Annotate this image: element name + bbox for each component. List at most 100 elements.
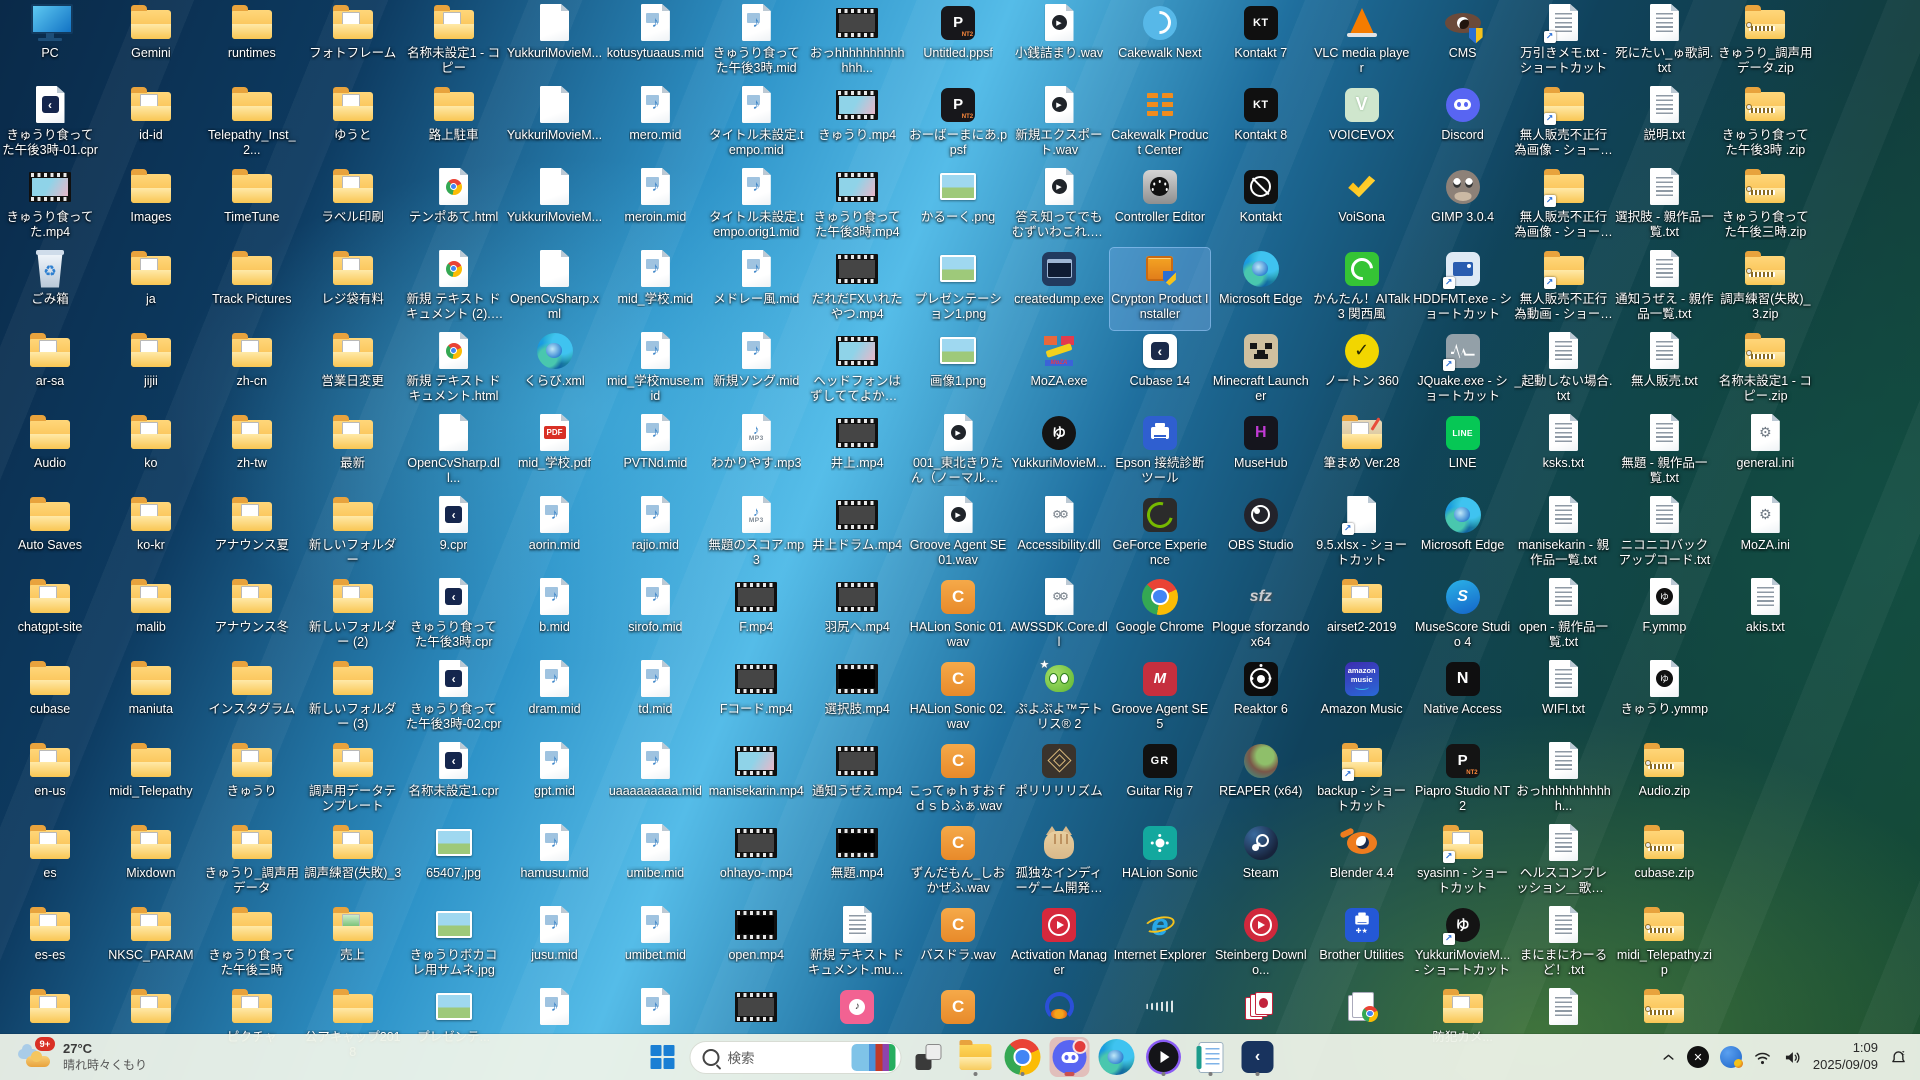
- desktop-icon[interactable]: ▶001_東北きりたん（ノーマル）_今じゃ...: [908, 412, 1008, 494]
- desktop-icon[interactable]: きゅうりボカコレ用サムネ.jpg: [404, 904, 504, 986]
- volume-icon[interactable]: [1783, 1049, 1802, 1066]
- desktop-icon[interactable]: WIFI.txt: [1514, 658, 1614, 740]
- desktop-icon[interactable]: フォトフレーム: [303, 2, 403, 84]
- desktop-icon[interactable]: createdump.exe: [1009, 248, 1109, 330]
- desktop-icon[interactable]: Controller Editor: [1110, 166, 1210, 248]
- desktop-icon[interactable]: NKSC_PARAM: [101, 904, 201, 986]
- desktop-icon[interactable]: ♪ hamusu.mid: [505, 822, 605, 904]
- desktop-icon[interactable]: プレゼンテーション1.png: [908, 248, 1008, 330]
- desktop-icon[interactable]: 筆まめ Ver.28: [1312, 412, 1412, 494]
- desktop-icon[interactable]: ↗ 9.5.xlsx - ショートカット: [1312, 494, 1412, 576]
- desktop-icon[interactable]: OpenCvSharp.xml: [505, 248, 605, 330]
- desktop-icon[interactable]: ♪ rajio.mid: [605, 494, 705, 576]
- desktop-icon[interactable]: runtimes: [202, 2, 302, 84]
- desktop-icon[interactable]: Crypton Product Installer: [1108, 246, 1211, 331]
- desktop-icon[interactable]: Microsoft Edge: [1413, 494, 1513, 576]
- desktop-icon[interactable]: Epson 接続診断ツール: [1110, 412, 1210, 494]
- desktop-icon[interactable]: ▶ Groove Agent SE 01.wav: [908, 494, 1008, 576]
- desktop-icon[interactable]: id-id: [101, 84, 201, 166]
- desktop-icon[interactable]: P NT2 おーばーまにあ.ppsf: [908, 84, 1008, 166]
- desktop-icon[interactable]: きゅうり食ってた午後3時 .zip: [1715, 84, 1815, 166]
- desktop-icon[interactable]: V VOICEVOX: [1312, 84, 1412, 166]
- desktop-icon[interactable]: ♪ sirofo.mid: [605, 576, 705, 658]
- desktop-icon[interactable]: Gemini: [101, 2, 201, 84]
- desktop-icon[interactable]: かんたん！AITalk 3 関西風: [1312, 248, 1412, 330]
- desktop-icon[interactable]: きゅうり食ってた午後3時.mp4: [807, 166, 907, 248]
- desktop-icon[interactable]: 名称未設定1 - コピー.zip: [1715, 330, 1815, 412]
- desktop-icon[interactable]: amazon music Amazon Music: [1312, 658, 1412, 740]
- desktop-icon[interactable]: まにまにわーるど！.txt: [1514, 904, 1614, 986]
- desktop-icon[interactable]: ⚙ MoZA.ini: [1715, 494, 1815, 576]
- desktop-icon[interactable]: ⚙⚙ AWSSDK.Core.dll: [1009, 576, 1109, 658]
- desktop-icon[interactable]: ポリリリリズム: [1009, 740, 1109, 822]
- notification-bell-icon[interactable]: z: [1889, 1048, 1908, 1067]
- desktop-icon[interactable]: ♪ dram.mid: [505, 658, 605, 740]
- desktop-icon[interactable]: YukkuriMovieM...: [505, 2, 605, 84]
- desktop-icon[interactable]: ko: [101, 412, 201, 494]
- desktop-icon[interactable]: きゅうり食ってた午後三時.zip: [1715, 166, 1815, 248]
- desktop-icon[interactable]: 路上駐車: [404, 84, 504, 166]
- desktop-icon[interactable]: 通知うぜえ - 親作品一覧.txt: [1614, 248, 1714, 330]
- desktop-icon[interactable]: 営業日変更: [303, 330, 403, 412]
- desktop-icon[interactable]: Reaktor 6: [1211, 658, 1311, 740]
- desktop-icon[interactable]: es: [0, 822, 100, 904]
- desktop-icon[interactable]: テンポあて.html: [404, 166, 504, 248]
- desktop-icon[interactable]: ニコニコバックアップコード.txt: [1614, 494, 1714, 576]
- desktop-icon[interactable]: Cakewalk Next: [1110, 2, 1210, 84]
- desktop-icon[interactable]: ‹ 9.cpr: [404, 494, 504, 576]
- desktop-icon[interactable]: 新規 テキスト ドキュメント (2).html: [404, 248, 504, 330]
- desktop-icon[interactable]: ♪ タイトル未設定.tempo.mid: [706, 84, 806, 166]
- desktop-icon[interactable]: Mixdown: [101, 822, 201, 904]
- desktop-icon[interactable]: REAPER (x64): [1211, 740, 1311, 822]
- desktop-icon[interactable]: アナウンス冬: [202, 576, 302, 658]
- desktop-icon[interactable]: ‹ きゅうり食ってた午後3時.cpr: [404, 576, 504, 658]
- desktop-icon[interactable]: ♪ td.mid: [605, 658, 705, 740]
- desktop-icon[interactable]: ✚★ Brother Utilities: [1312, 904, 1412, 986]
- taskbar-chrome-button[interactable]: [1003, 1037, 1043, 1077]
- desktop-icon[interactable]: ⚙ general.ini: [1715, 412, 1815, 494]
- desktop-icon[interactable]: ♪ メドレー風.mid: [706, 248, 806, 330]
- desktop-icon[interactable]: ↗ 無人販売不正行為画像 - ショートカッ...: [1514, 84, 1614, 166]
- desktop-icon[interactable]: sfz Plogue sforzando x64: [1211, 576, 1311, 658]
- desktop-icon[interactable]: Google Chrome: [1110, 576, 1210, 658]
- desktop-icon[interactable]: ♪ jusu.mid: [505, 904, 605, 986]
- start-button[interactable]: [643, 1037, 683, 1077]
- desktop-icon[interactable]: 調声用データテンプレート: [303, 740, 403, 822]
- desktop-icon[interactable]: 通知うぜえ.mp4: [807, 740, 907, 822]
- desktop-icon[interactable]: きゅうり: [202, 740, 302, 822]
- desktop-icon[interactable]: ↗ 無人販売不正行為画像 - ショートカット: [1514, 166, 1614, 248]
- desktop-icon[interactable]: cubase.zip: [1614, 822, 1714, 904]
- desktop-icon[interactable]: PC: [0, 2, 100, 84]
- desktop-icon[interactable]: アナウンス夏: [202, 494, 302, 576]
- desktop-icon[interactable]: だれだFXいれたやつ.mp4: [807, 248, 907, 330]
- desktop-icon[interactable]: akis.txt: [1715, 576, 1815, 658]
- tray-black-x-app-icon[interactable]: ✕: [1686, 1046, 1709, 1068]
- desktop-icon[interactable]: くらび.xml: [505, 330, 605, 412]
- desktop-icon[interactable]: 死にたい_ゅ歌詞.txt: [1614, 2, 1714, 84]
- desktop-icon[interactable]: open - 親作品一覧.txt: [1514, 576, 1614, 658]
- desktop-icon[interactable]: manisekarin - 親作品一覧.txt: [1514, 494, 1614, 576]
- desktop-icon[interactable]: ♪ umibe.mid: [605, 822, 705, 904]
- desktop-icon[interactable]: ♪ umibet.mid: [605, 904, 705, 986]
- desktop-icon[interactable]: Discord: [1413, 84, 1513, 166]
- desktop-icon[interactable]: ‹ Cubase 14: [1110, 330, 1210, 412]
- desktop-icon[interactable]: ♪ kotusytuaaus.mid: [605, 2, 705, 84]
- desktop-icon[interactable]: ja: [101, 248, 201, 330]
- tray-blue-sphere-app-icon[interactable]: [1719, 1046, 1743, 1068]
- desktop-icon[interactable]: C HALion Sonic 01.wav: [908, 576, 1008, 658]
- desktop-icon[interactable]: Audio: [0, 412, 100, 494]
- desktop-icon[interactable]: 無題 - 親作品一覧.txt: [1614, 412, 1714, 494]
- desktop-icon[interactable]: Blender 4.4: [1312, 822, 1412, 904]
- desktop-icon[interactable]: N Native Access: [1413, 658, 1513, 740]
- desktop-icon[interactable]: GR Guitar Rig 7: [1110, 740, 1210, 822]
- desktop-icon[interactable]: CMS: [1413, 2, 1513, 84]
- taskbar-task-view-button[interactable]: [909, 1037, 949, 1077]
- desktop-icon[interactable]: ar-sa: [0, 330, 100, 412]
- desktop-icon[interactable]: Kontakt: [1211, 166, 1311, 248]
- desktop-icon[interactable]: 新しいフォルダー (2): [303, 576, 403, 658]
- desktop-icon[interactable]: 調声練習(失敗)_3.zip: [1715, 248, 1815, 330]
- desktop-icon[interactable]: ▶ 小銭詰まり.wav: [1009, 2, 1109, 84]
- taskbar-notepad-button[interactable]: [1191, 1037, 1231, 1077]
- desktop-icon[interactable]: 孤独なインディーゲーム開発者の一生 ...: [1009, 822, 1109, 904]
- desktop-icon[interactable]: きゅうり.mp4: [807, 84, 907, 166]
